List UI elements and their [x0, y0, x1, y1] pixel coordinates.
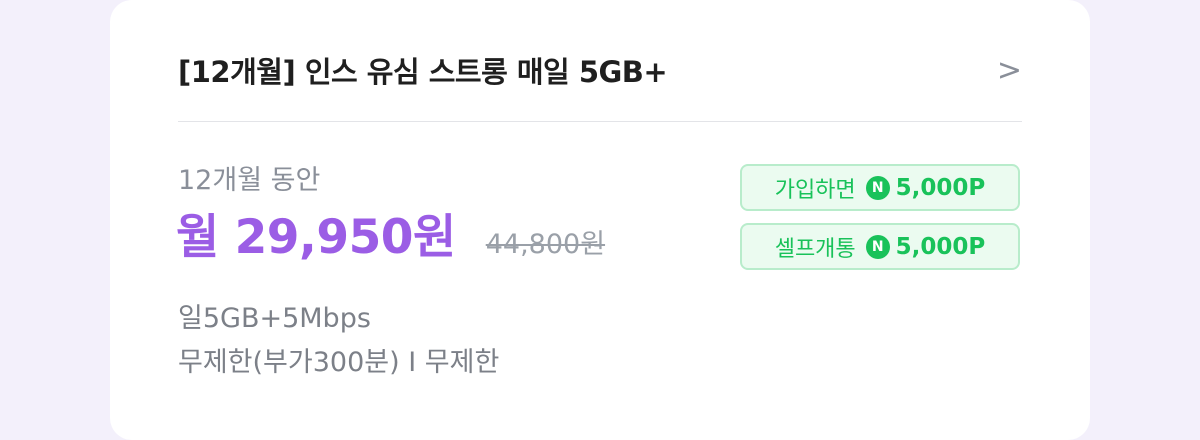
self-activation-points-badge: 셀프개통 N 5,000P: [740, 223, 1020, 270]
original-price: 44,800원: [485, 229, 606, 260]
plan-duration: 12개월 동안: [178, 165, 321, 196]
signup-points-badge: 가입하면 N 5,000P: [740, 164, 1020, 211]
badge-points: 5,000P: [895, 174, 986, 201]
naver-point-icon: N: [865, 175, 890, 200]
plan-title-row[interactable]: [12개월] 인스 유심 스트롱 매일 5GB+ >: [178, 50, 1022, 90]
price-row: 월 29,950원 44,800원: [176, 198, 605, 267]
badge-label: 가입하면: [774, 177, 856, 203]
divider: [178, 121, 1022, 122]
badge-label: 셀프개통: [774, 236, 856, 262]
plan-data-allowance: 일5GB+5Mbps: [178, 303, 371, 334]
chevron-right-icon[interactable]: >: [997, 53, 1022, 88]
monthly-price: 월 29,950원: [176, 210, 456, 265]
badge-points: 5,000P: [895, 233, 986, 260]
plan-card[interactable]: [12개월] 인스 유심 스트롱 매일 5GB+ > 12개월 동안 월 29,…: [110, 0, 1090, 440]
plan-title: [12개월] 인스 유심 스트롱 매일 5GB+: [178, 55, 668, 89]
plan-call-text-allowance: 무제한(부가300분) I 무제한: [178, 347, 500, 378]
naver-point-icon: N: [865, 234, 890, 259]
